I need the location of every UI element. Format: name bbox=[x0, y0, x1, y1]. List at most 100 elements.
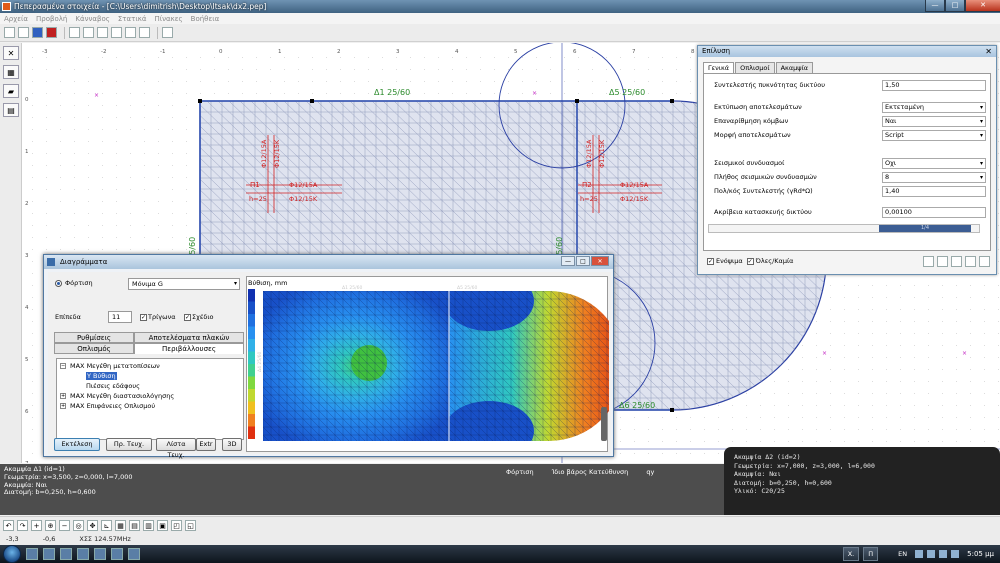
load-dropdown[interactable]: Μόνιμα G ▾ bbox=[128, 278, 240, 290]
tray-icon[interactable] bbox=[915, 550, 924, 558]
print-icon[interactable] bbox=[46, 27, 57, 38]
clock[interactable]: 5:05 μμ bbox=[967, 550, 994, 558]
results-format-dropdown[interactable]: Script bbox=[882, 130, 986, 141]
quicklaunch-icon[interactable] bbox=[94, 548, 106, 560]
language-indicator[interactable]: EN bbox=[898, 550, 907, 558]
tool-b-icon[interactable] bbox=[937, 255, 948, 267]
settings-scroll-thumb[interactable]: 1/4 bbox=[879, 225, 971, 232]
contour-plot[interactable]: Βύθιση, mm Δ1 25/60 Δ5 25/60 Δ4 25/60 bbox=[246, 276, 624, 453]
volume-icon[interactable] bbox=[951, 550, 960, 558]
line-tool-icon[interactable] bbox=[97, 27, 108, 38]
mesh-icon[interactable]: ✕ bbox=[3, 46, 19, 60]
quicklaunch-icon[interactable] bbox=[128, 548, 140, 560]
mesh-density-field[interactable]: 1,50 bbox=[882, 80, 986, 91]
task-button[interactable]: Χ. bbox=[842, 547, 860, 561]
mesh-accuracy-field[interactable]: 0,00100 bbox=[882, 207, 986, 218]
ortho-icon[interactable]: ⊾ bbox=[101, 520, 112, 531]
preview-booklet-button[interactable]: Πρ. Τευχ. bbox=[106, 438, 152, 451]
dialog-minimize-button[interactable]: — bbox=[561, 256, 575, 266]
collapse-icon[interactable]: − bbox=[60, 363, 66, 369]
expand-icon[interactable]: + bbox=[60, 403, 66, 409]
zoom-all-icon[interactable]: ◎ bbox=[73, 520, 84, 531]
3d-button[interactable]: 3D bbox=[222, 438, 242, 451]
tree-item[interactable]: Y Βύθιση bbox=[60, 371, 240, 381]
contour-svg[interactable]: Βύθιση, mm Δ1 25/60 Δ5 25/60 Δ4 25/60 bbox=[247, 277, 624, 453]
expand-icon[interactable]: + bbox=[60, 393, 66, 399]
dialog-close-button[interactable]: ✕ bbox=[591, 256, 609, 266]
disk-icon[interactable]: ▤ bbox=[3, 103, 19, 117]
maximize-button[interactable]: □ bbox=[945, 0, 965, 12]
close-button[interactable]: ✕ bbox=[965, 0, 1000, 12]
dialog-maximize-button[interactable]: □ bbox=[576, 256, 590, 266]
tool-c-icon[interactable] bbox=[951, 255, 962, 267]
print-results-dropdown[interactable]: Εκτεταμένη bbox=[882, 102, 986, 113]
start-button[interactable] bbox=[3, 545, 21, 563]
menu-files[interactable]: Αρχεία bbox=[4, 15, 28, 23]
eraser-icon[interactable]: ▰ bbox=[3, 84, 19, 98]
frame-icon[interactable]: ◱ bbox=[185, 520, 196, 531]
network-icon[interactable] bbox=[939, 550, 948, 558]
tab-stiffness[interactable]: Ακαμψία bbox=[775, 62, 814, 73]
quicklaunch-icon[interactable] bbox=[26, 548, 38, 560]
redo-icon[interactable]: ↷ bbox=[17, 520, 28, 531]
all-none-checkbox[interactable]: ✓ bbox=[746, 257, 754, 265]
tree-item[interactable]: + MAX Μεγέθη διαστασιολόγησης bbox=[60, 391, 240, 401]
save-icon[interactable] bbox=[32, 27, 43, 38]
menu-grid[interactable]: Κάνναβος bbox=[75, 15, 110, 23]
seismic-combos-dropdown[interactable]: Οχι bbox=[882, 158, 986, 169]
multiplier-field[interactable]: 1,40 bbox=[882, 186, 986, 197]
quicklaunch-icon[interactable] bbox=[60, 548, 72, 560]
node-tool-icon[interactable] bbox=[83, 27, 94, 38]
visible-checkbox[interactable]: ✓ bbox=[707, 257, 714, 265]
menu-help[interactable]: Βοήθεια bbox=[191, 15, 220, 23]
zoom-in-window-icon[interactable]: ⊕ bbox=[45, 520, 56, 531]
tray-icon[interactable] bbox=[927, 550, 936, 558]
grid-snap-icon[interactable]: ▤ bbox=[129, 520, 140, 531]
triangles-checkbox[interactable]: ✓ bbox=[140, 314, 147, 321]
quicklaunch-icon[interactable] bbox=[43, 548, 55, 560]
tree-item[interactable]: Πιέσεις εδάφους bbox=[60, 381, 240, 391]
pan-icon[interactable]: ✥ bbox=[87, 520, 98, 531]
rectangle-tool-icon[interactable] bbox=[125, 27, 136, 38]
renumber-nodes-dropdown[interactable]: Ναι bbox=[882, 116, 986, 127]
quicklaunch-icon[interactable] bbox=[111, 548, 123, 560]
tree-item[interactable]: + MAX Επιφάνειες Οπλισμού bbox=[60, 401, 240, 411]
select-icon[interactable]: ◰ bbox=[171, 520, 182, 531]
tab-slab-results[interactable]: Αποτελέσματα πλακών bbox=[134, 332, 244, 343]
zoom-out-icon[interactable]: − bbox=[59, 520, 70, 531]
tool-a-icon[interactable] bbox=[923, 255, 934, 267]
layers-icon[interactable]: ▣ bbox=[157, 520, 168, 531]
calculator-icon[interactable]: ▦ bbox=[3, 65, 19, 79]
settings-close-button[interactable]: ✕ bbox=[985, 46, 992, 57]
plan-checkbox[interactable]: ✓ bbox=[184, 314, 191, 321]
open-file-icon[interactable] bbox=[18, 27, 29, 38]
tree-item[interactable]: − MAX Μεγέθη μετατοπίσεων bbox=[60, 361, 240, 371]
tab-settings[interactable]: Ρυθμίσεις bbox=[54, 332, 134, 343]
tool-d-icon[interactable] bbox=[965, 255, 976, 267]
run-button[interactable]: Εκτέλεση bbox=[54, 438, 100, 451]
undo-icon[interactable]: ↶ bbox=[3, 520, 14, 531]
menu-tables[interactable]: Πίνακες bbox=[154, 15, 182, 23]
zoom-in-icon[interactable]: + bbox=[31, 520, 42, 531]
grid-lines-icon[interactable]: ▥ bbox=[143, 520, 154, 531]
levels-field[interactable]: 11 bbox=[108, 311, 132, 323]
task-button[interactable]: Π bbox=[863, 547, 879, 561]
tab-general[interactable]: Γενικά bbox=[703, 62, 735, 73]
table-tool-icon[interactable] bbox=[162, 27, 173, 38]
settings-scrollbar[interactable]: 1/4 bbox=[708, 224, 980, 233]
menu-static[interactable]: Στατικά bbox=[118, 15, 147, 23]
pointer-tool-icon[interactable] bbox=[69, 27, 80, 38]
quicklaunch-icon[interactable] bbox=[77, 548, 89, 560]
seismic-count-dropdown[interactable]: 8 bbox=[882, 172, 986, 183]
tab-reinforcement[interactable]: Οπλισμός bbox=[54, 343, 134, 354]
box-tool-icon[interactable] bbox=[139, 27, 150, 38]
tab-envelopes[interactable]: Περιβάλλουσες bbox=[134, 343, 244, 354]
new-file-icon[interactable] bbox=[4, 27, 15, 38]
menu-view[interactable]: Προβολή bbox=[36, 15, 67, 23]
region-tool-icon[interactable] bbox=[111, 27, 122, 38]
extr-button[interactable]: Extr bbox=[196, 438, 216, 451]
list-booklet-button[interactable]: Λίστα Τευχ. bbox=[156, 438, 196, 459]
tab-reinforcement[interactable]: Οπλισμοί bbox=[735, 62, 775, 73]
pin-icon[interactable] bbox=[979, 255, 990, 267]
load-radio[interactable] bbox=[55, 280, 62, 287]
